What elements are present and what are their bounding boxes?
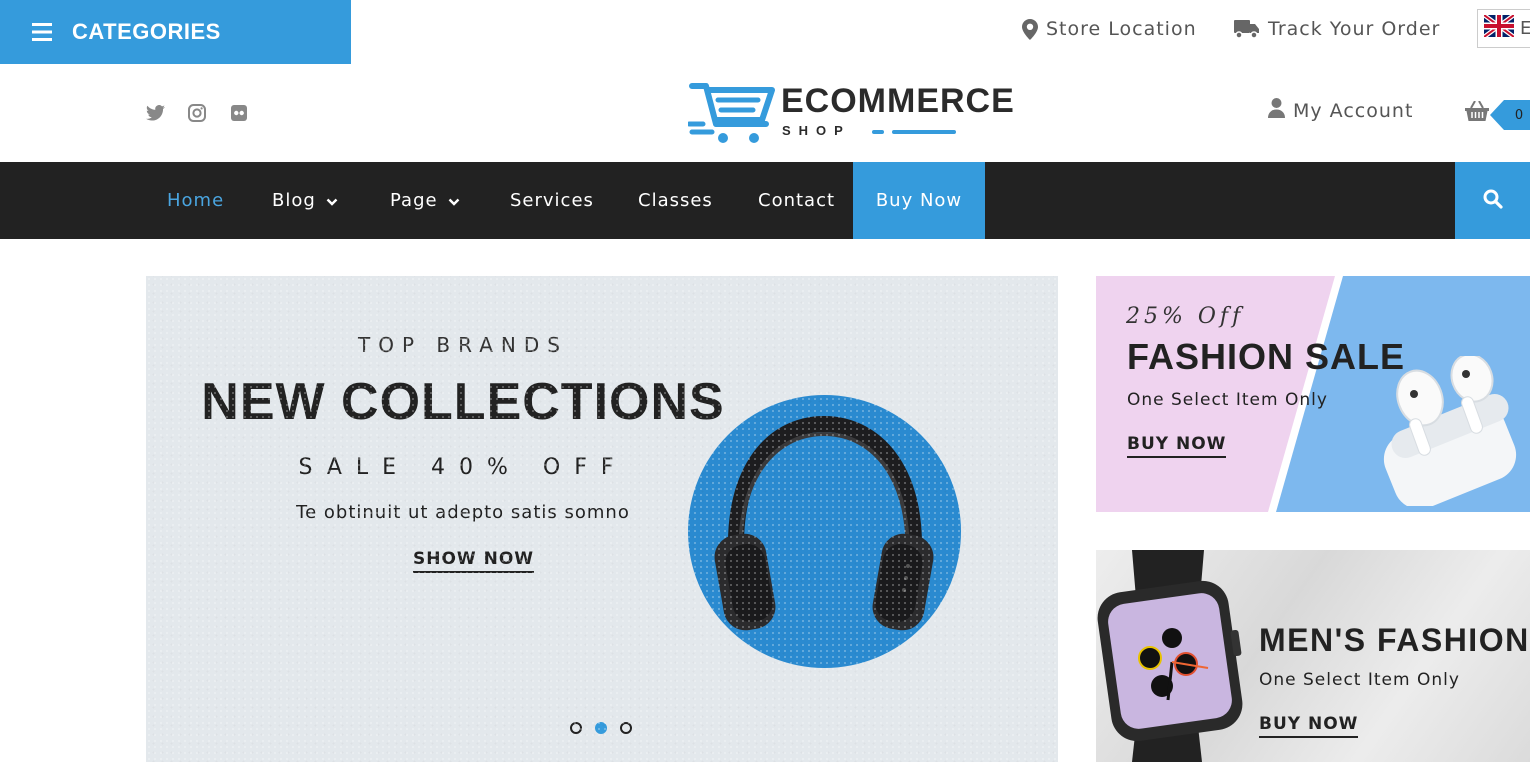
slider-dot[interactable]: [570, 722, 582, 734]
chevron-down-icon: [448, 190, 460, 211]
nav-item-label: Classes: [638, 190, 713, 211]
main-nav: Home Blog Page Services Classes Contact …: [0, 162, 1530, 239]
truck-icon: [1234, 19, 1260, 39]
nav-item-contact[interactable]: Contact: [758, 162, 835, 239]
uk-flag-icon: [1482, 13, 1516, 42]
logo-subtitle: SHOP: [782, 123, 851, 138]
nav-item-label: Services: [510, 190, 594, 211]
basket-icon[interactable]: [1465, 100, 1489, 125]
nav-item-services[interactable]: Services: [510, 162, 594, 239]
smartwatch-image: [1097, 550, 1243, 762]
fashion-sale-subtitle: One Select Item Only: [1127, 390, 1328, 410]
categories-button[interactable]: CATEGORIES: [0, 0, 351, 64]
track-order-label: Track Your Order: [1268, 18, 1441, 40]
my-account-label: My Account: [1293, 99, 1414, 122]
fashion-sale-title: FASHION SALE: [1127, 336, 1406, 377]
my-account-link[interactable]: My Account: [1268, 98, 1413, 123]
search-button[interactable]: [1455, 162, 1530, 239]
hero-slider: TOP BRANDS NEW COLLECTIONS SALE 40% OFF …: [146, 276, 1058, 762]
buy-now-button[interactable]: Buy Now: [853, 162, 985, 239]
store-location-link[interactable]: Store Location: [1022, 0, 1197, 58]
instagram-icon[interactable]: [187, 103, 207, 123]
nav-item-label: Contact: [758, 190, 836, 211]
show-now-button[interactable]: SHOW NOW: [413, 549, 535, 573]
track-order-link[interactable]: Track Your Order: [1234, 0, 1440, 58]
nav-item-label: Home: [167, 190, 225, 211]
nav-item-label: Page: [390, 190, 438, 211]
map-pin-icon: [1022, 18, 1038, 40]
mens-buy-now-button[interactable]: BUY NOW: [1259, 714, 1359, 738]
flickr-icon[interactable]: [229, 103, 249, 123]
cart-logo-icon: [688, 83, 775, 143]
store-location-label: Store Location: [1046, 18, 1197, 40]
hero-sale-text: SALE 40% OFF: [298, 455, 628, 480]
chevron-down-icon: [326, 190, 338, 211]
user-icon: [1268, 98, 1285, 123]
discount-script-text: 25% Off: [1126, 304, 1245, 329]
airpods-image: [1383, 356, 1517, 506]
twitter-icon[interactable]: [145, 103, 165, 123]
social-links: [145, 103, 249, 123]
hero-description: Te obtinuit ut adepto satis somno: [296, 502, 630, 523]
slider-dot-active[interactable]: [595, 722, 607, 734]
nav-item-classes[interactable]: Classes: [638, 162, 713, 239]
hero-kicker: TOP BRANDS: [358, 333, 568, 357]
nav-item-home[interactable]: Home: [167, 162, 224, 239]
language-selector[interactable]: E: [1477, 9, 1530, 48]
search-icon: [1483, 189, 1503, 213]
hero-title: NEW COLLECTIONS: [201, 373, 725, 431]
language-label: E: [1520, 18, 1530, 39]
nav-item-page[interactable]: Page: [390, 162, 460, 239]
slider-dot[interactable]: [620, 722, 632, 734]
fashion-buy-now-button[interactable]: BUY NOW: [1127, 434, 1227, 458]
slider-dots: [570, 722, 632, 734]
logo-underline: [872, 130, 884, 134]
headphones-image: [714, 416, 934, 631]
logo-underline: [892, 130, 956, 134]
mens-fashion-subtitle: One Select Item Only: [1259, 670, 1460, 690]
categories-label: CATEGORIES: [72, 19, 221, 44]
nav-item-label: Blog: [272, 190, 316, 211]
nav-item-blog[interactable]: Blog: [272, 162, 338, 239]
menu-icon: [32, 23, 52, 41]
fashion-sale-banner[interactable]: 25% Off FASHION SALE One Select Item Onl…: [1096, 276, 1530, 512]
mens-fashion-title: MEN'S FASHION: [1259, 622, 1530, 658]
cart-count-badge[interactable]: 0: [1490, 100, 1530, 130]
logo-wordmark: ECOMMERCE: [781, 82, 1015, 120]
mens-fashion-banner[interactable]: MEN'S FASHION One Select Item Only BUY N…: [1096, 550, 1530, 762]
site-logo[interactable]: ECOMMERCE SHOP: [688, 80, 1014, 146]
